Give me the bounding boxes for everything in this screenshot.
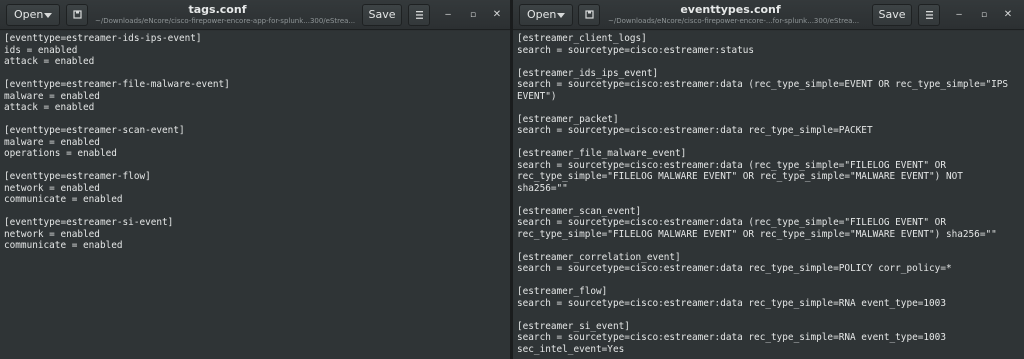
gedit-window-eventtypes-conf: Open eventtypes.conf ~/Downloads/eNcore/… bbox=[513, 0, 1024, 359]
editor-line: network = enabled bbox=[4, 228, 100, 240]
editor-line: EVENT") bbox=[517, 90, 557, 102]
editor-line: sec_intel_event=Yes bbox=[517, 343, 625, 355]
editor-line: [estreamer_file_malware_event] bbox=[517, 148, 687, 159]
headerbar: Open eventtypes.conf ~/Downloads/eNcore/… bbox=[513, 0, 1024, 30]
editor-line: communicate = enabled bbox=[4, 194, 123, 205]
title-block: tags.conf ~/Downloads/eNcore/cisco-firep… bbox=[95, 3, 356, 26]
editor-line: [estreamer_flow] bbox=[517, 286, 608, 297]
chevron-down-icon bbox=[557, 13, 565, 18]
window-title: tags.conf bbox=[188, 3, 247, 16]
editor-line: rec_type_simple="FILELOG MALWARE EVENT" … bbox=[517, 228, 997, 240]
editor-line: attack = enabled bbox=[4, 56, 95, 67]
editor-line: search = sourcetype=cisco:estreamer:data… bbox=[517, 217, 946, 228]
title-block: eventtypes.conf ~/Downloads/eNcore/cisco… bbox=[608, 3, 860, 26]
editor-line: [eventtype=estreamer-si-event] bbox=[4, 217, 174, 228]
open-button[interactable]: Open bbox=[6, 4, 60, 26]
document-new-icon bbox=[585, 10, 594, 19]
editor-text: [estreamer_client_logs] search = sourcety… bbox=[517, 33, 1024, 355]
menu-button[interactable] bbox=[918, 4, 940, 26]
document-new-icon bbox=[73, 10, 82, 19]
editor-line: [eventtype=estreamer-flow] bbox=[4, 171, 151, 182]
file-path: ~/Downloads/eNcore/cisco-firepower-encor… bbox=[95, 17, 356, 25]
save-button[interactable]: Save bbox=[362, 4, 402, 26]
editor-line: rec_type_simple="FILELOG MALWARE EVENT" … bbox=[517, 171, 963, 182]
editor-line: sha256="" bbox=[517, 182, 568, 194]
hamburger-menu-icon bbox=[416, 11, 423, 19]
editor-line: [eventtype=estreamer-ids-ips-event] bbox=[4, 33, 202, 44]
minimize-button[interactable]: ‒ bbox=[952, 8, 966, 22]
editor-line: [estreamer_packet] bbox=[517, 113, 619, 125]
editor-line: search = sourcetype=cisco:estreamer:data… bbox=[517, 263, 952, 274]
editor-line: [estreamer_scan_event] bbox=[517, 205, 642, 217]
editor-line: operations = enabled bbox=[4, 148, 117, 159]
menu-button[interactable] bbox=[408, 4, 430, 26]
gedit-window-tags-conf: Open tags.conf ~/Downloads/eNcore/cisco-… bbox=[0, 0, 510, 359]
editor-line: [eventtype=estreamer-file-malware-event] bbox=[4, 79, 230, 90]
close-button[interactable]: ✕ bbox=[1001, 8, 1015, 22]
open-button-label: Open bbox=[14, 8, 44, 21]
editor-line: ids = enabled bbox=[4, 44, 78, 56]
save-button[interactable]: Save bbox=[872, 4, 912, 26]
editor-line: [eventtype=estreamer-scan-event] bbox=[4, 125, 185, 136]
editor-line: [estreamer_ids_ips_event] bbox=[517, 67, 659, 79]
file-path: ~/Downloads/eNcore/cisco-firepower-encor… bbox=[608, 17, 860, 25]
editor-line: search = sourcetype=cisco:estreamer:stat… bbox=[517, 44, 755, 56]
editor-line: search = sourcetype=cisco:estreamer:data… bbox=[517, 159, 946, 171]
window-title: eventtypes.conf bbox=[680, 3, 781, 16]
editor-line: search = sourcetype=cisco:estreamer:data… bbox=[517, 125, 873, 136]
editor-line: search = sourcetype=cisco:estreamer:data… bbox=[517, 297, 946, 309]
editor-line: network = enabled bbox=[4, 182, 100, 194]
hamburger-menu-icon bbox=[926, 11, 933, 19]
new-tab-button[interactable] bbox=[66, 4, 88, 26]
open-button[interactable]: Open bbox=[519, 4, 573, 26]
editor-line: attack = enabled bbox=[4, 102, 95, 113]
chevron-down-icon bbox=[44, 13, 52, 18]
editor-line: communicate = enabled bbox=[4, 240, 123, 251]
editor-line: malware = enabled bbox=[4, 90, 100, 102]
open-button-label: Open bbox=[527, 8, 557, 21]
text-editor[interactable]: [eventtype=estreamer-ids-ips-event] ids =… bbox=[0, 31, 510, 359]
editor-line: search = sourcetype=cisco:estreamer:data… bbox=[517, 332, 946, 343]
editor-text: [eventtype=estreamer-ids-ips-event] ids =… bbox=[4, 33, 510, 252]
text-editor[interactable]: [estreamer_client_logs] search = sourcety… bbox=[513, 31, 1024, 359]
editor-line: search = sourcetype=cisco:estreamer:data… bbox=[517, 79, 1009, 90]
editor-line: [estreamer_client_logs] bbox=[517, 33, 647, 44]
editor-line: [estreamer_correlation_event] bbox=[517, 251, 681, 263]
maximize-button[interactable]: ▫ bbox=[977, 8, 991, 22]
editor-line: [estreamer_si_event] bbox=[517, 320, 630, 332]
maximize-button[interactable]: ▫ bbox=[466, 8, 480, 22]
close-button[interactable]: ✕ bbox=[490, 8, 504, 22]
minimize-button[interactable]: ‒ bbox=[441, 8, 455, 22]
editor-line: malware = enabled bbox=[4, 136, 100, 148]
headerbar: Open tags.conf ~/Downloads/eNcore/cisco-… bbox=[0, 0, 510, 30]
new-tab-button[interactable] bbox=[578, 4, 600, 26]
